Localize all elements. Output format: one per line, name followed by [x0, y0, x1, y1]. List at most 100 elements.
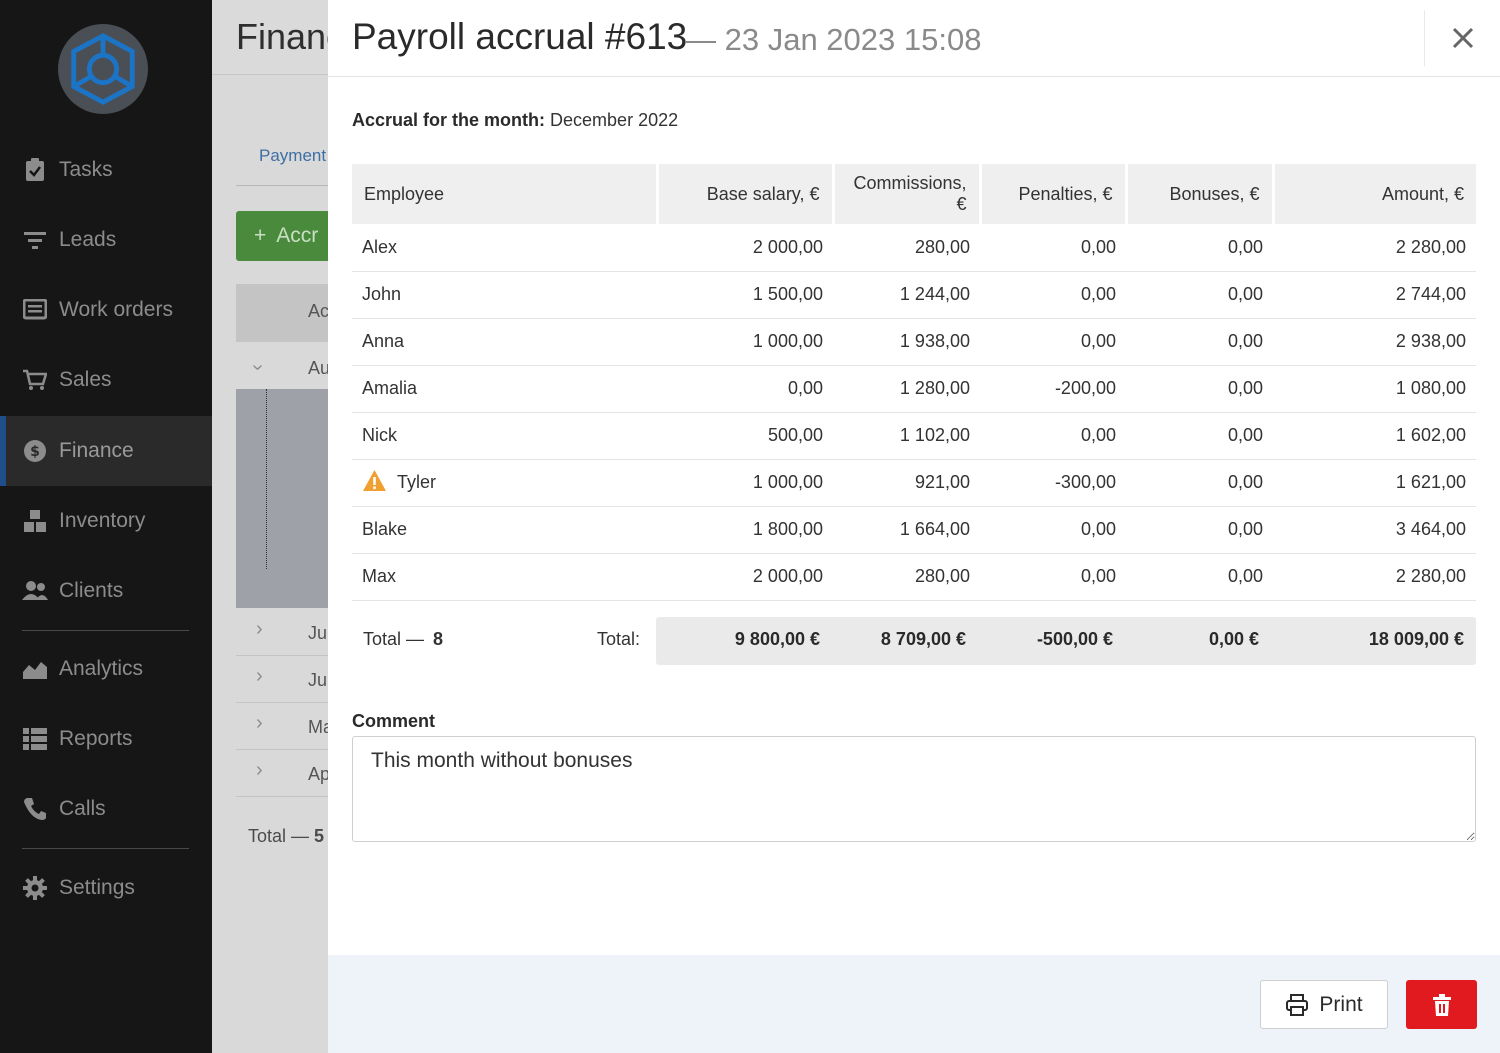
sidebar-item-tasks[interactable]: Tasks — [0, 135, 212, 205]
employee-name: Alex — [352, 224, 657, 272]
commissions-cell: 1 102,00 — [833, 412, 980, 460]
bonuses-cell: 0,00 — [1126, 224, 1273, 272]
modal-title: Payroll accrual #613 — [352, 16, 688, 57]
sidebar-item-work-orders[interactable]: Work orders — [0, 275, 212, 345]
modal-footer: Print — [328, 955, 1500, 1053]
sidebar-item-settings[interactable]: Settings — [0, 853, 212, 923]
amount-cell: 1 602,00 — [1273, 412, 1476, 460]
svg-text:$: $ — [30, 444, 40, 460]
employee-name: Tyler — [397, 471, 437, 492]
column-header-bonuses: Bonuses, € — [1126, 164, 1275, 224]
bonuses-cell: 0,00 — [1126, 271, 1273, 319]
table-row: Alex 2 000,00 280,00 0,00 0,00 2 280,00 — [352, 224, 1476, 272]
column-header-employee: Employee — [352, 164, 659, 224]
bonuses-cell: 0,00 — [1126, 318, 1273, 366]
sidebar-item-inventory[interactable]: Inventory — [0, 486, 212, 556]
sidebar-item-clients[interactable]: Clients — [0, 556, 212, 626]
sidebar-item-reports[interactable]: Reports — [0, 704, 212, 774]
payroll-accrual-modal: Payroll accrual #613 — 23 Jan 2023 15:08… — [328, 0, 1500, 1053]
amount-cell: 1 080,00 — [1273, 365, 1476, 413]
table-row: Anna 1 000,00 1 938,00 0,00 0,00 2 938,0… — [352, 318, 1476, 366]
commissions-cell: 1 664,00 — [833, 506, 980, 554]
table-row: Blake 1 800,00 1 664,00 0,00 0,00 3 464,… — [352, 506, 1476, 554]
sidebar-item-label: Analytics — [59, 657, 144, 680]
tree-line — [266, 389, 267, 569]
print-button-label: Print — [1319, 992, 1363, 1016]
sidebar-item-calls[interactable]: Calls — [0, 774, 212, 844]
sidebar-item-analytics[interactable]: Analytics — [0, 634, 212, 704]
chevron-down-icon[interactable]: › — [246, 364, 269, 371]
list-item[interactable]: › Jul — [236, 609, 336, 656]
list-item-label: Ap — [308, 764, 331, 784]
list-item[interactable]: › Ma — [236, 703, 336, 750]
amount-cell: 2 280,00 — [1273, 224, 1476, 272]
sidebar: Tasks Leads Work orders Sales $ Finance … — [0, 0, 212, 1053]
area-chart-icon — [22, 656, 48, 682]
sidebar-item-finance[interactable]: $ Finance — [0, 416, 212, 486]
delete-button[interactable] — [1406, 980, 1477, 1029]
employee-name: Max — [352, 553, 657, 601]
trash-icon — [1432, 993, 1451, 1016]
totals-row: Total — 8 Total: 9 800,00 € 8 709,00 € -… — [352, 617, 1476, 665]
sidebar-item-label: Inventory — [59, 509, 146, 532]
comment-textarea[interactable]: This month without bonuses — [352, 736, 1476, 842]
penalties-cell: 0,00 — [980, 271, 1126, 319]
bonuses-cell: 0,00 — [1126, 412, 1273, 460]
list-item[interactable]: › Jun — [236, 656, 337, 703]
sidebar-divider — [22, 630, 189, 631]
totals-bar: 9 800,00 € 8 709,00 € -500,00 € 0,00 € 1… — [656, 617, 1476, 665]
commissions-cell: 921,00 — [833, 459, 980, 507]
close-button[interactable] — [1424, 10, 1500, 66]
table-row: Nick 500,00 1 102,00 0,00 0,00 1 602,00 — [352, 412, 1476, 460]
filter-icon — [22, 227, 48, 253]
sidebar-divider — [22, 848, 189, 849]
boxes-icon — [22, 508, 48, 534]
dollar-icon: $ — [22, 438, 48, 464]
printer-icon — [1286, 993, 1309, 1016]
base-salary-cell: 1 000,00 — [657, 459, 833, 507]
warning-icon[interactable] — [362, 469, 387, 497]
amount-cell: 1 621,00 — [1273, 459, 1476, 507]
modal-header: Payroll accrual #613 — 23 Jan 2023 15:08 — [328, 0, 1500, 77]
sidebar-item-label: Calls — [59, 797, 106, 820]
gear-icon — [22, 875, 48, 901]
list-item[interactable]: › Ap — [236, 750, 336, 797]
bonuses-cell: 0,00 — [1126, 553, 1273, 601]
cube-logo-icon — [71, 33, 135, 105]
base-salary-cell: 1 500,00 — [657, 271, 833, 319]
comment-label: Comment — [352, 711, 436, 731]
add-accrual-label: Accr — [276, 224, 319, 247]
employee-name: Anna — [352, 318, 657, 366]
total-commissions: 8 709,00 € — [880, 629, 966, 649]
base-salary-cell: 2 000,00 — [657, 224, 833, 272]
commissions-cell: 1 244,00 — [833, 271, 980, 319]
sidebar-item-leads[interactable]: Leads — [0, 205, 212, 275]
accrual-month-label: Accrual for the month: — [352, 110, 546, 130]
total-base-salary: 9 800,00 € — [734, 629, 820, 649]
tab-underline — [236, 185, 336, 186]
table-row: Amalia 0,00 1 280,00 -200,00 0,00 1 080,… — [352, 365, 1476, 413]
total-label: Total — — [248, 826, 315, 846]
app-logo[interactable] — [58, 24, 148, 114]
sidebar-item-label: Tasks — [59, 158, 113, 181]
phone-icon — [22, 796, 48, 822]
chevron-right-icon: › — [256, 618, 263, 640]
print-button[interactable]: Print — [1260, 980, 1388, 1029]
penalties-cell: 0,00 — [980, 553, 1126, 601]
tab-payments[interactable]: Payment — [259, 146, 326, 166]
commissions-cell: 1 280,00 — [833, 365, 980, 413]
background-total: Total — 5 — [248, 826, 324, 847]
sidebar-item-label: Settings — [59, 876, 135, 899]
chevron-right-icon: › — [256, 712, 263, 734]
bonuses-cell: 0,00 — [1126, 459, 1273, 507]
sidebar-item-label: Sales — [59, 368, 112, 391]
sidebar-item-sales[interactable]: Sales — [0, 345, 212, 415]
chevron-right-icon: › — [256, 759, 263, 781]
table-row: Max 2 000,00 280,00 0,00 0,00 2 280,00 — [352, 553, 1476, 601]
expanded-group — [236, 389, 336, 608]
employee-name: Amalia — [352, 365, 657, 413]
employee-count-label: Total — — [363, 629, 425, 649]
accrual-month-value: December 2022 — [550, 110, 679, 130]
table-header-row: Employee Base salary, € Commissions, € P… — [352, 164, 1476, 224]
penalties-cell: 0,00 — [980, 318, 1126, 366]
